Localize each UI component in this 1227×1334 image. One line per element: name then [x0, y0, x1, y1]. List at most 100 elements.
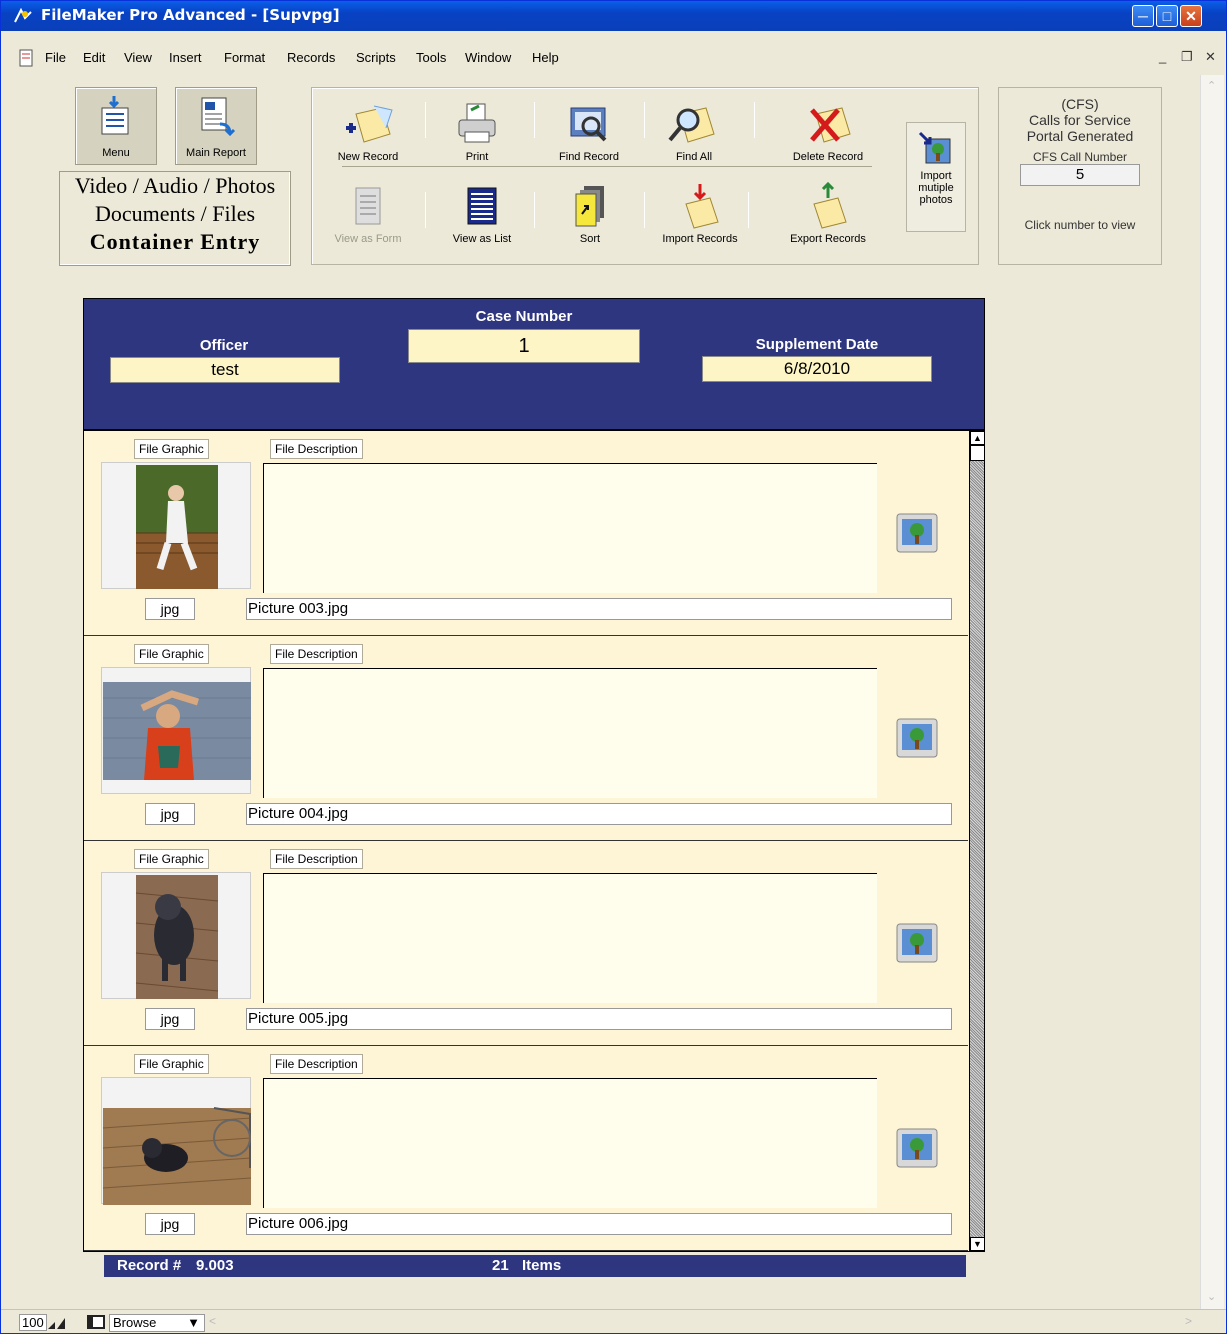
file-graphic-thumbnail[interactable]	[101, 462, 251, 589]
status-area-toggle-icon[interactable]	[87, 1315, 105, 1329]
cfs-panel: (CFS) Calls for Service Portal Generated…	[998, 87, 1162, 265]
container-line-1: Video / Audio / Photos	[74, 173, 276, 198]
view-as-list-button[interactable]: View as List	[442, 184, 522, 245]
find-record-label: Find Record	[559, 151, 619, 163]
close-button[interactable]: ✕	[1180, 5, 1202, 27]
view-photo-button[interactable]	[896, 718, 938, 758]
file-description-field[interactable]	[263, 873, 877, 1003]
menu-view[interactable]: View	[124, 50, 152, 65]
chevron-down-icon: ▼	[187, 1315, 200, 1330]
new-record-button[interactable]: New Record	[326, 100, 410, 163]
find-record-button[interactable]: Find Record	[548, 100, 630, 163]
view-photo-button[interactable]	[896, 923, 938, 963]
menu-records[interactable]: Records	[287, 50, 335, 65]
file-name-field[interactable]: Picture 005.jpg	[246, 1008, 952, 1030]
import-multiple-photos-button[interactable]: Import mutiple photos	[906, 122, 966, 232]
scroll-down-arrow-icon[interactable]: ⌄	[1207, 1290, 1216, 1303]
file-graphic-thumbnail[interactable]	[101, 667, 251, 794]
container-line-3: Container Entry	[89, 229, 261, 254]
menu-scripts[interactable]: Scripts	[356, 50, 396, 65]
document-icon[interactable]	[17, 49, 35, 67]
print-button[interactable]: Print	[440, 100, 514, 163]
file-graphic-thumbnail[interactable]	[101, 1077, 252, 1206]
title-bar: FileMaker Pro Advanced - [Supvpg] ─ □ ✕	[1, 1, 1226, 31]
file-name-field[interactable]: Picture 004.jpg	[246, 803, 952, 825]
record-header: Case Number 1 Officer test Supplement Da…	[83, 298, 985, 430]
toolbar-divider	[534, 192, 535, 228]
filemaker-app-icon[interactable]	[13, 8, 33, 24]
window-scrollbar[interactable]: ⌃ ⌄	[1200, 75, 1224, 1309]
cfs-call-number-field[interactable]: 5	[1020, 164, 1140, 186]
menu-format[interactable]: Format	[224, 50, 265, 65]
toolbar-divider	[754, 102, 755, 138]
file-description-button[interactable]: File Description	[270, 439, 363, 459]
minimize-button[interactable]: ─	[1132, 5, 1154, 27]
menu-help[interactable]: Help	[532, 50, 559, 65]
scroll-left-icon[interactable]: <	[209, 1314, 216, 1328]
mdi-restore-icon[interactable]: ❐	[1181, 49, 1193, 65]
menu-insert[interactable]: Insert	[169, 50, 202, 65]
toolbar-divider	[644, 102, 645, 138]
file-extension-field[interactable]: jpg	[145, 803, 195, 825]
file-extension-field[interactable]: jpg	[145, 1213, 195, 1235]
mode-value: Browse	[113, 1315, 157, 1330]
maximize-button[interactable]: □	[1156, 5, 1178, 27]
portal-scrollbar[interactable]: ▲ ▼	[969, 431, 984, 1251]
supplement-date-field[interactable]: 6/8/2010	[702, 356, 932, 382]
menu-tools[interactable]: Tools	[416, 50, 446, 65]
delete-record-button[interactable]: Delete Record	[778, 100, 878, 163]
file-description-button[interactable]: File Description	[270, 644, 363, 664]
file-description-field[interactable]	[263, 668, 877, 798]
portal-row: File Graphic File Description jpg Pictur…	[84, 431, 968, 636]
mdi-minimize-icon[interactable]: _	[1159, 49, 1166, 64]
file-extension-field[interactable]: jpg	[145, 1008, 195, 1030]
photo-import-icon	[918, 131, 951, 164]
menu-file[interactable]: File	[45, 50, 66, 65]
list-view-icon	[467, 187, 497, 225]
menu-nav-button[interactable]: Menu	[75, 87, 157, 165]
file-name-field[interactable]: Picture 006.jpg	[246, 1213, 952, 1235]
scroll-thumb[interactable]	[970, 445, 984, 461]
export-records-button[interactable]: Export Records	[778, 181, 878, 245]
file-graphic-button[interactable]: File Graphic	[134, 439, 209, 459]
import-records-button[interactable]: Import Records	[652, 182, 748, 245]
import-records-icon	[685, 184, 719, 229]
file-name-field[interactable]: Picture 003.jpg	[246, 598, 952, 620]
view-photo-button[interactable]	[896, 1128, 938, 1168]
menu-icon	[101, 96, 129, 135]
view-as-list-label: View as List	[452, 233, 512, 245]
view-photo-button[interactable]	[896, 513, 938, 553]
view-as-form-button[interactable]: View as Form	[326, 184, 410, 245]
import-multiple-line-2: mutiple	[918, 182, 954, 194]
scroll-down-icon[interactable]: ▼	[970, 1237, 984, 1251]
file-description-button[interactable]: File Description	[270, 1054, 363, 1074]
photo-icon	[896, 1128, 938, 1168]
menu-edit[interactable]: Edit	[83, 50, 105, 65]
toolbar-divider	[534, 102, 535, 138]
mode-select[interactable]: Browse ▼	[109, 1314, 205, 1332]
file-description-field[interactable]	[263, 463, 877, 593]
zoom-icon[interactable]	[47, 1316, 83, 1330]
mdi-close-icon[interactable]: ✕	[1205, 49, 1216, 65]
cfs-line-3: Portal Generated	[1026, 128, 1134, 144]
file-graphic-thumbnail[interactable]	[101, 872, 251, 999]
scroll-up-icon[interactable]: ▲	[970, 431, 984, 445]
main-report-button[interactable]: Main Report	[175, 87, 257, 165]
status-toolbar: 100 Browse ▼ < >	[1, 1309, 1226, 1333]
scroll-right-icon[interactable]: >	[1185, 1314, 1192, 1328]
file-description-field[interactable]	[263, 1078, 877, 1208]
file-graphic-button[interactable]: File Graphic	[134, 644, 209, 664]
scroll-up-arrow-icon[interactable]: ⌃	[1207, 79, 1216, 92]
cfs-hint: Click number to view	[1024, 218, 1136, 232]
file-graphic-button[interactable]: File Graphic	[134, 849, 209, 869]
items-label: Items	[522, 1257, 562, 1274]
menu-window[interactable]: Window	[465, 50, 511, 65]
case-number-field[interactable]: 1	[408, 329, 640, 363]
file-description-button[interactable]: File Description	[270, 849, 363, 869]
find-all-button[interactable]: Find All	[658, 100, 730, 163]
file-graphic-button[interactable]: File Graphic	[134, 1054, 209, 1074]
file-extension-field[interactable]: jpg	[145, 598, 195, 620]
officer-field[interactable]: test	[110, 357, 340, 383]
sort-button[interactable]: Sort	[558, 184, 622, 245]
zoom-level[interactable]: 100	[19, 1314, 47, 1331]
